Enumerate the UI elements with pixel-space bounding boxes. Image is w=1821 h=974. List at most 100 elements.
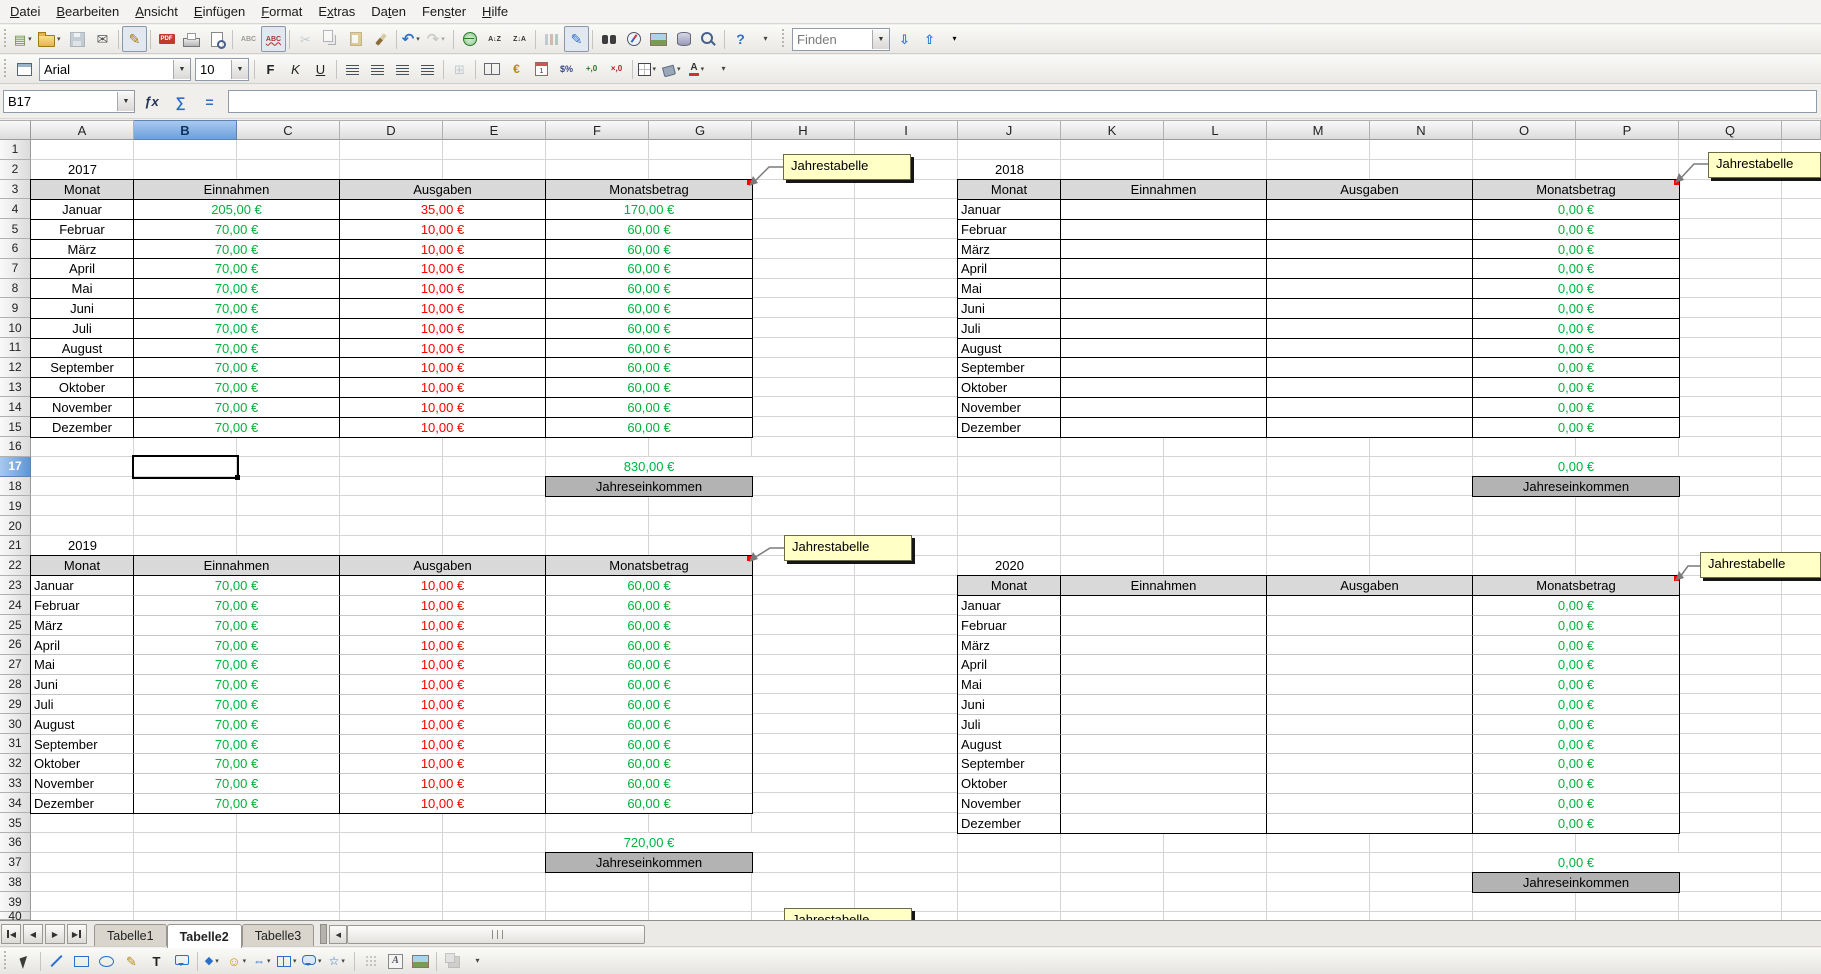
fontwork-button[interactable]: A bbox=[383, 948, 408, 974]
month-cell[interactable]: Mai bbox=[958, 279, 1061, 299]
borders-dropdown-arrow[interactable]: ▾ bbox=[653, 65, 660, 73]
comment-note-P3[interactable]: Jahrestabelle bbox=[1708, 152, 1821, 178]
page-preview-button[interactable] bbox=[204, 26, 229, 52]
monatsbetrag-cell[interactable]: 0,00 € bbox=[1473, 675, 1679, 695]
month-cell[interactable]: September bbox=[958, 754, 1061, 774]
year-total-cell[interactable]: 720,00 € bbox=[546, 833, 752, 853]
menu-format[interactable]: Format bbox=[253, 1, 310, 22]
italic-button[interactable]: K bbox=[283, 56, 308, 82]
ausgaben-cell[interactable]: 10,00 € bbox=[340, 636, 546, 656]
month-cell[interactable]: Mai bbox=[31, 279, 134, 299]
monatsbetrag-cell[interactable]: 0,00 € bbox=[1473, 240, 1679, 260]
align-center-button[interactable] bbox=[365, 56, 390, 82]
ausgaben-cell[interactable] bbox=[1267, 299, 1473, 319]
monatsbetrag-cell[interactable]: 0,00 € bbox=[1473, 774, 1679, 794]
month-cell[interactable]: Juni bbox=[31, 675, 134, 695]
month-cell[interactable]: März bbox=[958, 636, 1061, 656]
function-wizard-button[interactable]: ƒx bbox=[139, 89, 164, 115]
ausgaben-cell[interactable]: 10,00 € bbox=[340, 339, 546, 359]
save-button[interactable] bbox=[65, 26, 90, 52]
einnahmen-cell[interactable] bbox=[1061, 220, 1267, 240]
points-button[interactable] bbox=[358, 948, 383, 974]
new-document-button[interactable]: ▤▾ bbox=[12, 26, 37, 52]
monatsbetrag-cell[interactable]: 60,00 € bbox=[546, 616, 752, 636]
monatsbetrag-cell[interactable]: 0,00 € bbox=[1473, 754, 1679, 774]
merge-center-cells-button[interactable] bbox=[479, 56, 504, 82]
einnahmen-cell[interactable]: 70,00 € bbox=[134, 398, 340, 418]
ausgaben-cell[interactable]: 10,00 € bbox=[340, 675, 546, 695]
einnahmen-cell[interactable]: 70,00 € bbox=[134, 616, 340, 636]
einnahmen-cell[interactable] bbox=[1061, 794, 1267, 814]
ausgaben-cell[interactable] bbox=[1267, 398, 1473, 418]
ausgaben-cell[interactable]: 10,00 € bbox=[340, 358, 546, 378]
open-document-button[interactable]: ▾ bbox=[37, 26, 65, 52]
ausgaben-cell[interactable] bbox=[1267, 339, 1473, 359]
monatsbetrag-cell[interactable]: 60,00 € bbox=[546, 339, 752, 359]
ausgaben-cell[interactable]: 10,00 € bbox=[340, 240, 546, 260]
monatsbetrag-cell[interactable]: 60,00 € bbox=[546, 378, 752, 398]
menu-daten[interactable]: Daten bbox=[363, 1, 414, 22]
monatsbetrag-cell[interactable]: 0,00 € bbox=[1473, 814, 1679, 834]
month-cell[interactable]: Juli bbox=[31, 695, 134, 715]
month-cell[interactable]: Mai bbox=[31, 655, 134, 675]
ausgaben-cell[interactable] bbox=[1267, 220, 1473, 240]
einnahmen-cell[interactable] bbox=[1061, 240, 1267, 260]
toolbar-handle[interactable] bbox=[2, 29, 9, 49]
einnahmen-cell[interactable]: 70,00 € bbox=[134, 655, 340, 675]
einnahmen-cell[interactable] bbox=[1061, 200, 1267, 220]
einnahmen-cell[interactable] bbox=[1061, 715, 1267, 735]
callouts-dropdown-arrow[interactable]: ▾ bbox=[318, 957, 325, 965]
last-sheet-button[interactable]: ▶ bbox=[67, 924, 87, 944]
find-combo[interactable]: ▼ bbox=[792, 28, 890, 51]
ausgaben-cell[interactable] bbox=[1267, 418, 1473, 438]
sum-button[interactable]: ∑ bbox=[168, 89, 193, 115]
font-name-combo[interactable]: ▼ bbox=[39, 58, 191, 81]
flowcharts-dropdown-arrow[interactable]: ▾ bbox=[293, 957, 300, 965]
einnahmen-cell[interactable] bbox=[1061, 358, 1267, 378]
monatsbetrag-cell[interactable]: 0,00 € bbox=[1473, 200, 1679, 220]
monatsbetrag-cell[interactable]: 60,00 € bbox=[546, 418, 752, 438]
monatsbetrag-cell[interactable]: 0,00 € bbox=[1473, 715, 1679, 735]
einnahmen-cell[interactable]: 70,00 € bbox=[134, 576, 340, 596]
column-header-O[interactable]: O bbox=[1473, 120, 1576, 140]
year-total-cell[interactable]: 0,00 € bbox=[1473, 457, 1679, 477]
monatsbetrag-cell[interactable]: 60,00 € bbox=[546, 299, 752, 319]
comment-note-G22[interactable]: Jahrestabelle bbox=[784, 535, 912, 561]
einnahmen-cell[interactable]: 70,00 € bbox=[134, 675, 340, 695]
row-header-25[interactable]: 25 bbox=[0, 615, 31, 635]
monatsbetrag-cell[interactable]: 0,00 € bbox=[1473, 655, 1679, 675]
month-cell[interactable]: Oktober bbox=[31, 378, 134, 398]
name-box-dropdown[interactable]: ▼ bbox=[117, 92, 134, 111]
einnahmen-cell[interactable] bbox=[1061, 636, 1267, 656]
row-header-15[interactable]: 15 bbox=[0, 417, 31, 437]
row-header-18[interactable]: 18 bbox=[0, 477, 31, 497]
ausgaben-cell[interactable] bbox=[1267, 814, 1473, 834]
ausgaben-cell[interactable] bbox=[1267, 200, 1473, 220]
ausgaben-cell[interactable]: 10,00 € bbox=[340, 220, 546, 240]
background-color-dropdown-arrow[interactable]: ▾ bbox=[677, 65, 684, 73]
row-header-2[interactable]: 2 bbox=[0, 160, 31, 180]
line-button[interactable] bbox=[44, 948, 69, 974]
number-format-date-button[interactable]: 1 bbox=[529, 56, 554, 82]
ausgaben-cell[interactable] bbox=[1267, 279, 1473, 299]
email-document-button[interactable]: ✉ bbox=[90, 26, 115, 52]
month-cell[interactable]: November bbox=[31, 774, 134, 794]
month-cell[interactable]: September bbox=[31, 735, 134, 755]
ausgaben-cell[interactable]: 10,00 € bbox=[340, 735, 546, 755]
einnahmen-cell[interactable]: 70,00 € bbox=[134, 319, 340, 339]
menu-hilfe[interactable]: Hilfe bbox=[474, 1, 516, 22]
month-cell[interactable]: Mai bbox=[958, 675, 1061, 695]
column-header-M[interactable]: M bbox=[1267, 120, 1370, 140]
month-cell[interactable]: März bbox=[31, 616, 134, 636]
row-header-32[interactable]: 32 bbox=[0, 754, 31, 774]
ausgaben-cell[interactable]: 10,00 € bbox=[340, 576, 546, 596]
month-cell[interactable]: Juni bbox=[31, 299, 134, 319]
hyperlink-button[interactable] bbox=[457, 26, 482, 52]
row-header-23[interactable]: 23 bbox=[0, 576, 31, 596]
tab-splitter[interactable] bbox=[320, 924, 327, 944]
column-header-I[interactable]: I bbox=[855, 120, 958, 140]
font-color-dropdown-arrow[interactable]: ▾ bbox=[701, 65, 708, 73]
ausgaben-cell[interactable]: 10,00 € bbox=[340, 774, 546, 794]
menu-extras[interactable]: Extras bbox=[310, 1, 363, 22]
ausgaben-cell[interactable] bbox=[1267, 259, 1473, 279]
